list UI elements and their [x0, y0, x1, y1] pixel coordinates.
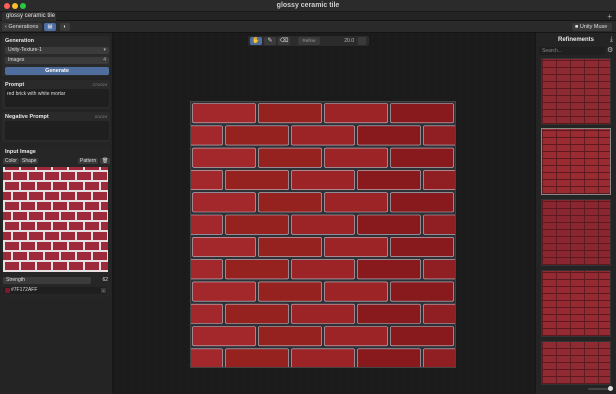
brick-texture-svg [191, 103, 455, 367]
unity-muse-menu[interactable]: ■ Unity Muse ▾ [572, 23, 612, 38]
canvas-toolbar: ✋ ✎ ⌫ Refine 20.0 [248, 36, 369, 46]
refinements-title: Refinements [557, 37, 594, 43]
refine-field[interactable]: Refine [298, 37, 320, 45]
tab-bar: glossy ceramic tile + [0, 12, 616, 21]
back-label: Generations [8, 24, 39, 30]
refinement-thumbnail[interactable] [541, 199, 611, 266]
refinement-thumbnail[interactable] [541, 341, 611, 385]
compare-view-icon[interactable]: ◐ [60, 23, 70, 31]
generated-texture-image[interactable] [190, 101, 456, 368]
brick-pattern-even [3, 167, 108, 272]
pan-hand-icon[interactable]: ✋ [250, 37, 262, 45]
strength-slider[interactable]: Strength [3, 277, 91, 284]
refinement-thumbnail[interactable] [541, 58, 611, 125]
brush-icon[interactable]: ✎ [264, 37, 276, 45]
refinements-panel: Refinements ⤓ Search... ⚙ [535, 33, 616, 394]
zoom-value: 20.0 [344, 38, 354, 44]
color-tab[interactable]: Color [3, 158, 19, 164]
images-count-field[interactable]: Images 4 [5, 57, 109, 64]
strength-label: Strength [6, 277, 25, 283]
refinements-search-input[interactable]: Search... [539, 47, 605, 55]
left-sidebar: Generation Unity-Texture-1 ▾ Images 4 Ge… [0, 33, 113, 394]
title-bar: glossy ceramic tile [0, 0, 616, 12]
negative-prompt-title: Negative Prompt [5, 114, 49, 120]
prompt-textarea[interactable]: red brick with white mortar [5, 89, 109, 107]
color-hex-value: #7F172AFF [11, 287, 38, 293]
toolbar: ‹ Generations ▦ ◐ ■ Unity Muse ▾ [0, 21, 616, 38]
back-to-generations-button[interactable]: ‹ Generations [2, 23, 42, 31]
tab-active[interactable]: glossy ceramic tile [2, 12, 56, 21]
input-image-preview[interactable] [3, 167, 108, 272]
color-field[interactable]: #7F172AFF × [3, 287, 107, 294]
muse-label: Unity Muse [579, 24, 608, 30]
color-swatch[interactable] [5, 288, 10, 293]
prompt-counter: 27/2024 [92, 82, 107, 87]
refinement-thumbnail[interactable] [541, 128, 611, 195]
strength-value: 62 [102, 277, 108, 283]
images-label: Images [8, 57, 25, 63]
trash-icon[interactable]: 🗑 [100, 158, 111, 164]
canvas-area[interactable]: ✋ ✎ ⌫ Refine 20.0 [113, 33, 535, 394]
pattern-button[interactable]: Pattern [78, 158, 99, 164]
clear-color-icon[interactable]: × [101, 288, 106, 293]
prompt-panel: Prompt 27/2024 red brick with white mort… [2, 80, 110, 109]
model-value: Unity-Texture-1 [8, 47, 42, 53]
refinement-thumbnail[interactable] [541, 270, 611, 337]
window-title: glossy ceramic tile [276, 2, 340, 9]
thumbnail-size-knob[interactable] [608, 386, 613, 391]
canvas-option-button[interactable] [358, 37, 366, 45]
generate-button[interactable]: Generate [5, 67, 109, 75]
negative-prompt-textarea[interactable] [5, 121, 109, 140]
add-tab-icon[interactable]: + [607, 12, 612, 21]
thumbnail-size-slider[interactable] [588, 388, 610, 390]
prompt-title: Prompt [5, 82, 25, 88]
tab-label: glossy ceramic tile [6, 13, 56, 19]
download-icon[interactable]: ⤓ [610, 36, 613, 44]
model-select[interactable]: Unity-Texture-1 ▾ [5, 47, 109, 54]
input-image-title: Input Image [5, 149, 36, 155]
generation-title: Generation [5, 38, 35, 44]
shape-tab[interactable]: Shape [20, 158, 39, 164]
generation-panel: Generation Unity-Texture-1 ▾ Images 4 Ge… [2, 36, 110, 76]
chevron-down-icon: ▾ [103, 47, 106, 53]
negative-prompt-panel: Negative Prompt 0/1024 [2, 112, 110, 142]
grid-view-icon[interactable]: ▦ [44, 23, 56, 31]
gear-icon[interactable]: ⚙ [607, 46, 613, 54]
images-value: 4 [103, 57, 106, 63]
negative-prompt-counter: 0/1024 [94, 114, 107, 119]
eraser-icon[interactable]: ⌫ [278, 37, 290, 45]
